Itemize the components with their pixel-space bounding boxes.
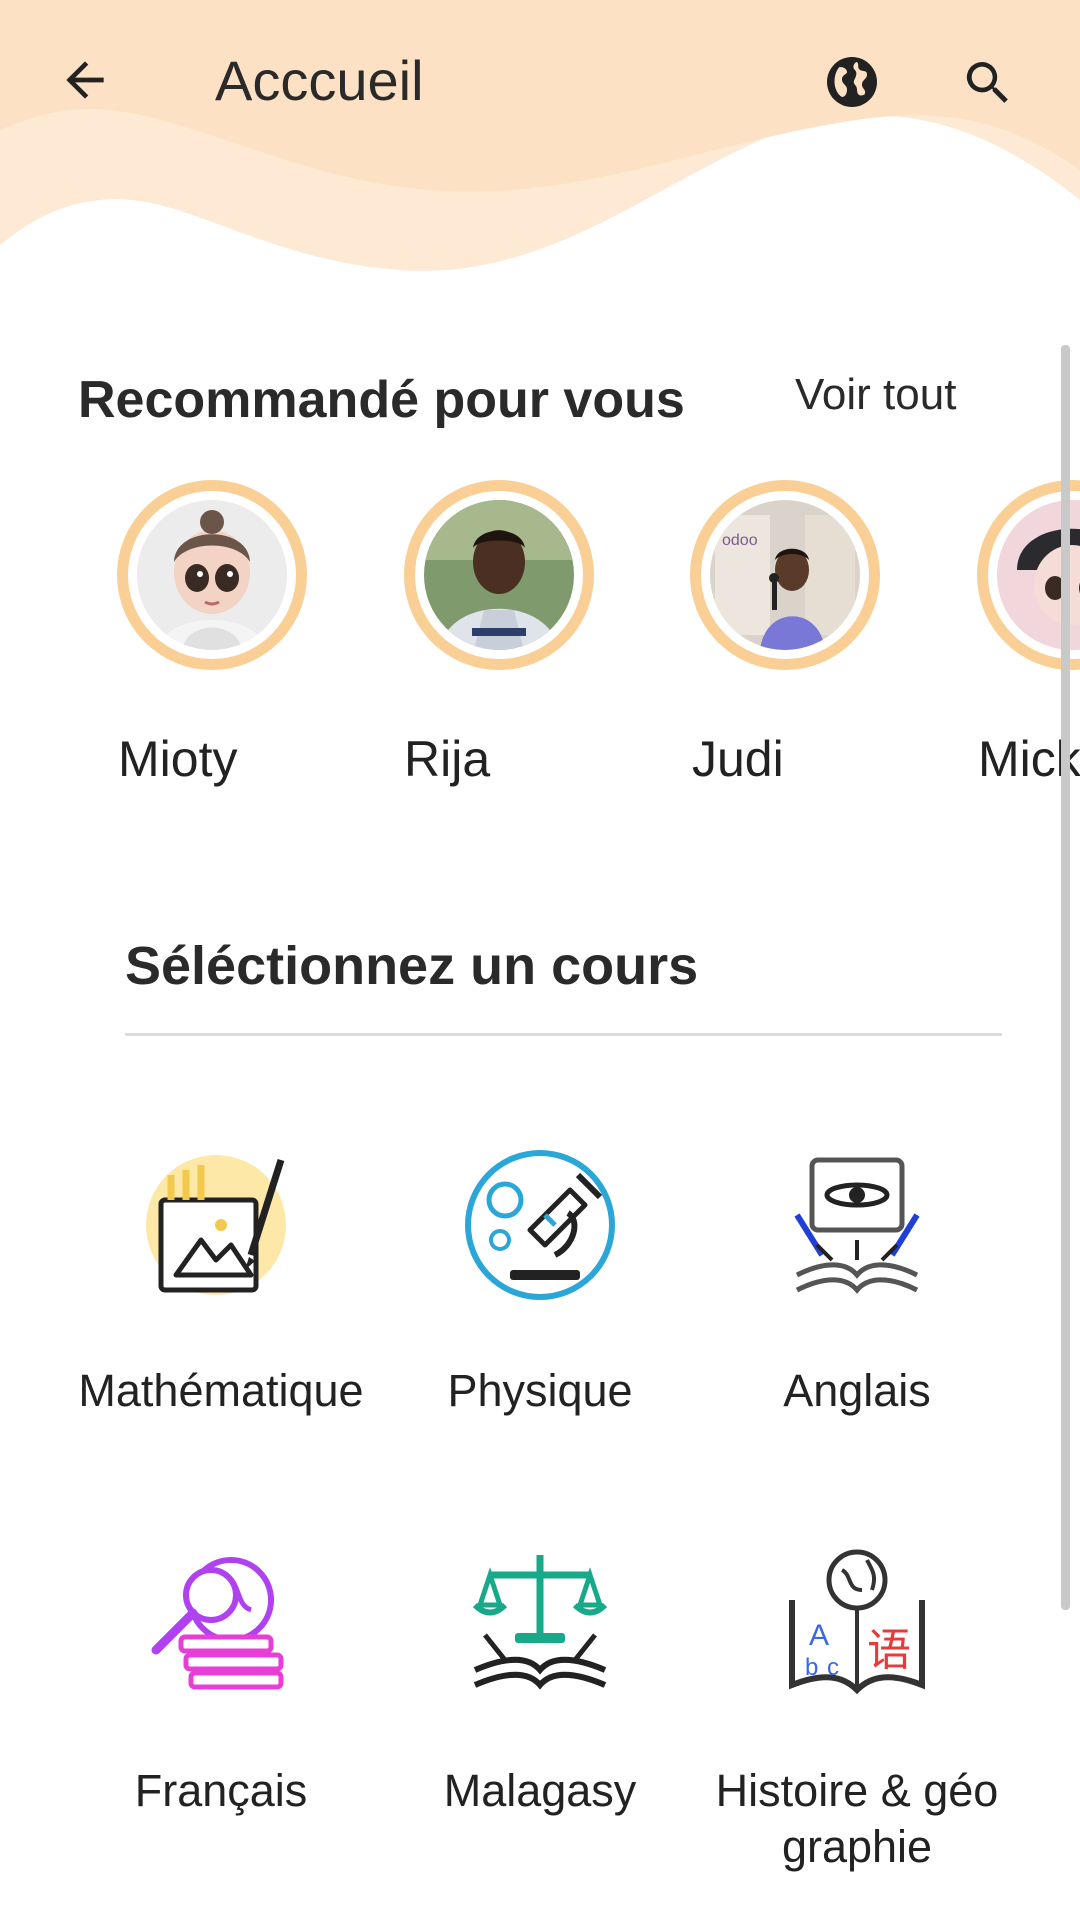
course-label: Physique bbox=[447, 1365, 633, 1416]
avatar-judi[interactable]: odoo bbox=[690, 480, 880, 670]
course-label: Mathématique bbox=[78, 1365, 364, 1416]
microscope-icon bbox=[465, 1150, 615, 1300]
book-computer-icon bbox=[794, 1157, 920, 1294]
avatar-image: odoo bbox=[710, 500, 860, 650]
svg-text:c: c bbox=[827, 1654, 839, 1681]
recommended-avatar-list[interactable]: Mioty Rija odoo Judi Mick bbox=[0, 480, 1080, 810]
arrow-left-icon bbox=[66, 61, 104, 99]
search-button[interactable] bbox=[960, 55, 1020, 115]
course-card-french[interactable]: Français bbox=[71, 1545, 371, 1819]
page-title: Acccueil bbox=[215, 49, 424, 112]
magnifier-globe-books-icon bbox=[151, 1557, 284, 1690]
course-label: Anglais bbox=[783, 1365, 931, 1416]
avatar-image bbox=[424, 500, 574, 650]
globe-icon bbox=[827, 57, 877, 107]
language-button[interactable] bbox=[822, 52, 882, 112]
avatar-name: Mioty bbox=[118, 731, 238, 787]
scrollbar[interactable] bbox=[1061, 345, 1070, 1610]
see-all-link[interactable]: Voir tout bbox=[795, 370, 956, 420]
section-divider bbox=[125, 1033, 1002, 1036]
svg-text:语: 语 bbox=[867, 1625, 911, 1676]
scales-book-icon bbox=[472, 1555, 608, 1690]
top-app-bar: Acccueil bbox=[0, 0, 1080, 170]
svg-text:A: A bbox=[809, 1619, 829, 1652]
avatar-image bbox=[137, 500, 287, 650]
avatar-mioty[interactable] bbox=[117, 480, 307, 670]
math-art-icon bbox=[146, 1155, 286, 1295]
recommended-section-title: Recommandé pour vous bbox=[78, 371, 685, 429]
course-card-english[interactable]: Anglais bbox=[707, 1145, 1007, 1419]
svg-text:odoo: odoo bbox=[722, 532, 758, 549]
back-button[interactable] bbox=[50, 45, 120, 115]
search-icon bbox=[966, 62, 1008, 103]
avatar-name: Judi bbox=[692, 731, 784, 787]
course-card-physics[interactable]: Physique bbox=[390, 1145, 690, 1419]
course-label: Malagasy bbox=[443, 1765, 637, 1816]
course-label: Français bbox=[134, 1765, 308, 1816]
course-card-math[interactable]: Mathématique bbox=[71, 1145, 371, 1419]
course-card-history-geography[interactable]: A b c 语 Histoire & géographie bbox=[707, 1545, 1007, 1875]
courses-section-title: Séléctionnez un cours bbox=[125, 936, 699, 996]
avatar-rija[interactable] bbox=[404, 480, 594, 670]
svg-text:b: b bbox=[805, 1654, 818, 1681]
course-label: Histoire & géographie bbox=[715, 1765, 999, 1872]
language-book-globe-icon: A b c 语 bbox=[789, 1549, 925, 1695]
avatar-name: Rija bbox=[404, 731, 491, 787]
course-card-malagasy[interactable]: Malagasy bbox=[390, 1545, 690, 1819]
